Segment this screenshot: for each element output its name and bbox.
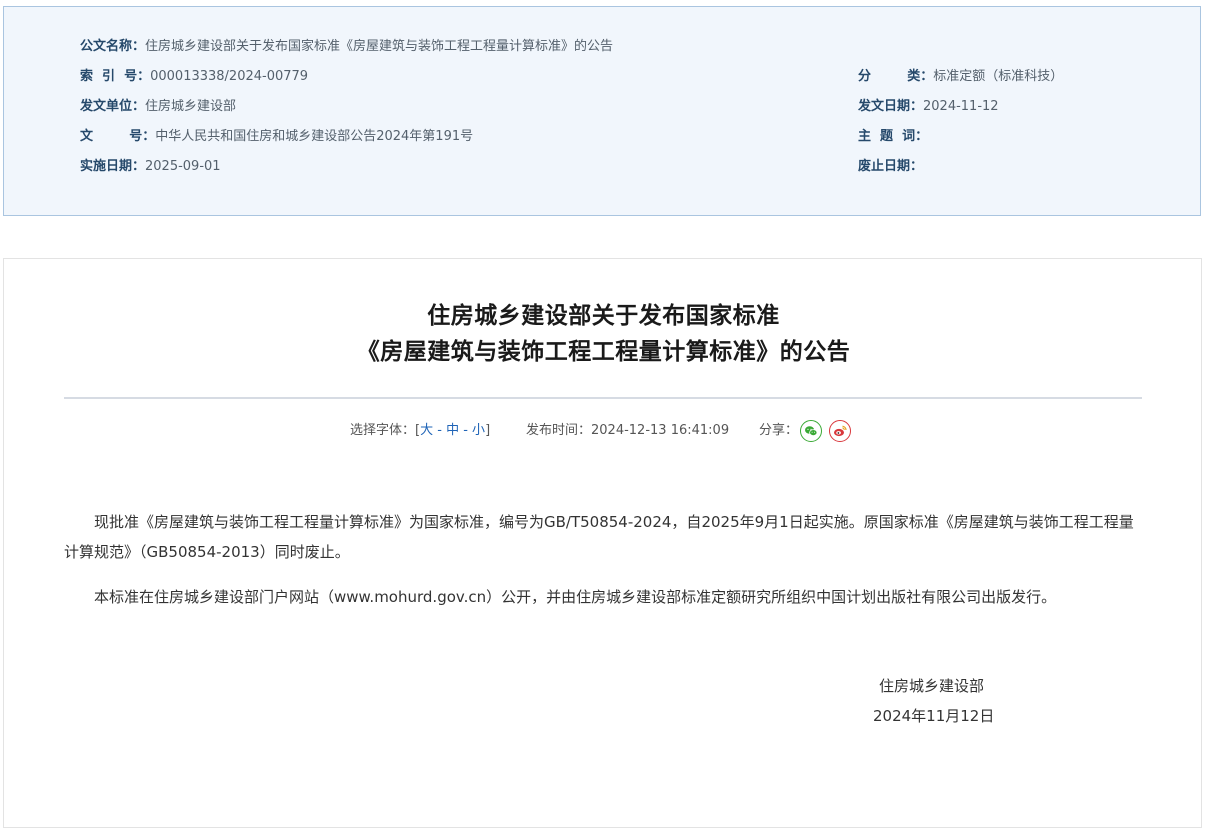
wechat-icon — [805, 426, 818, 437]
category-value: 标准定额（标准科技） — [933, 69, 1064, 84]
effective-date-label: 实施日期： — [80, 159, 146, 174]
signature-date: 2024年11月12日 — [873, 707, 995, 725]
publish-time: 发布时间：2024-12-13 16:41:09 — [526, 419, 729, 443]
doc-name-label: 公文名称： — [80, 39, 146, 54]
document-metadata-panel: 公文名称：住房城乡建设部关于发布国家标准《房屋建筑与装饰工程工程量计算标准》的公… — [3, 6, 1201, 216]
doc-number-label: 文 号： — [80, 129, 156, 144]
title-divider — [64, 397, 1142, 399]
weibo-icon — [834, 425, 847, 437]
article-title-line1: 住房城乡建设部关于发布国家标准 — [427, 303, 780, 329]
doc-name-row: 公文名称：住房城乡建设部关于发布国家标准《房屋建筑与装饰工程工程量计算标准》的公… — [80, 38, 613, 56]
publish-time-label: 发布时间： — [526, 423, 592, 438]
issue-date-value: 2024-11-12 — [923, 99, 999, 114]
font-select-label: 选择字体：[ — [350, 423, 421, 438]
index-label: 索 引 号： — [80, 69, 151, 84]
body-paragraph-2: 本标准在住房城乡建设部门户网站（www.mohurd.gov.cn）公开，并由住… — [94, 588, 1057, 606]
doc-number-value: 中华人民共和国住房和城乡建设部公告2024年第191号 — [155, 129, 474, 144]
font-small-link[interactable]: 小 — [472, 423, 485, 438]
issue-date-row: 发文日期：2024-11-12 — [858, 98, 999, 116]
index-row: 索 引 号：000013338/2024-00779 — [80, 68, 308, 86]
doc-name-value: 住房城乡建设部关于发布国家标准《房屋建筑与装饰工程工程量计算标准》的公告 — [145, 39, 614, 54]
issuer-row: 发文单位：住房城乡建设部 — [80, 98, 236, 116]
font-large-link[interactable]: 大 — [420, 423, 433, 438]
font-medium-link[interactable]: 中 — [446, 423, 459, 438]
issue-date-label: 发文日期： — [858, 99, 924, 114]
article-toolbar: 选择字体：[大 - 中 - 小] 发布时间：2024-12-13 16:41:0… — [4, 419, 1203, 443]
body-paragraph-1: 现批准《房屋建筑与装饰工程工程量计算标准》为国家标准，编号为GB/T50854-… — [64, 513, 1134, 561]
keywords-label: 主 题 词： — [858, 129, 929, 144]
share-wechat-button[interactable] — [800, 420, 822, 442]
issuer-label: 发文单位： — [80, 99, 146, 114]
font-separator: - — [459, 423, 473, 438]
share-weibo-button[interactable] — [829, 420, 851, 442]
category-row: 分 类：标准定额（标准科技） — [858, 68, 1063, 86]
index-value: 000013338/2024-00779 — [150, 69, 309, 84]
share-label: 分享： — [759, 423, 799, 438]
article-panel: 住房城乡建设部关于发布国家标准 《房屋建筑与装饰工程工程量计算标准》的公告 选择… — [3, 258, 1202, 828]
font-select-close: ] — [485, 423, 491, 438]
font-separator: - — [433, 423, 447, 438]
doc-number-row: 文 号：中华人民共和国住房和城乡建设部公告2024年第191号 — [80, 128, 473, 146]
signature-organization: 住房城乡建设部 — [879, 677, 985, 695]
effective-date-row: 实施日期：2025-09-01 — [80, 158, 221, 176]
article-title-line2: 《房屋建筑与装饰工程工程量计算标准》的公告 — [356, 339, 851, 365]
issuer-value: 住房城乡建设部 — [145, 99, 237, 114]
font-size-selector: 选择字体：[大 - 中 - 小] — [350, 419, 490, 443]
keywords-row: 主 题 词： — [858, 128, 928, 146]
repeal-date-row: 废止日期： — [858, 158, 923, 176]
publish-time-value: 2024-12-13 16:41:09 — [591, 423, 730, 438]
category-label: 分 类： — [858, 69, 934, 84]
repeal-date-label: 废止日期： — [858, 159, 924, 174]
effective-date-value: 2025-09-01 — [145, 159, 221, 174]
